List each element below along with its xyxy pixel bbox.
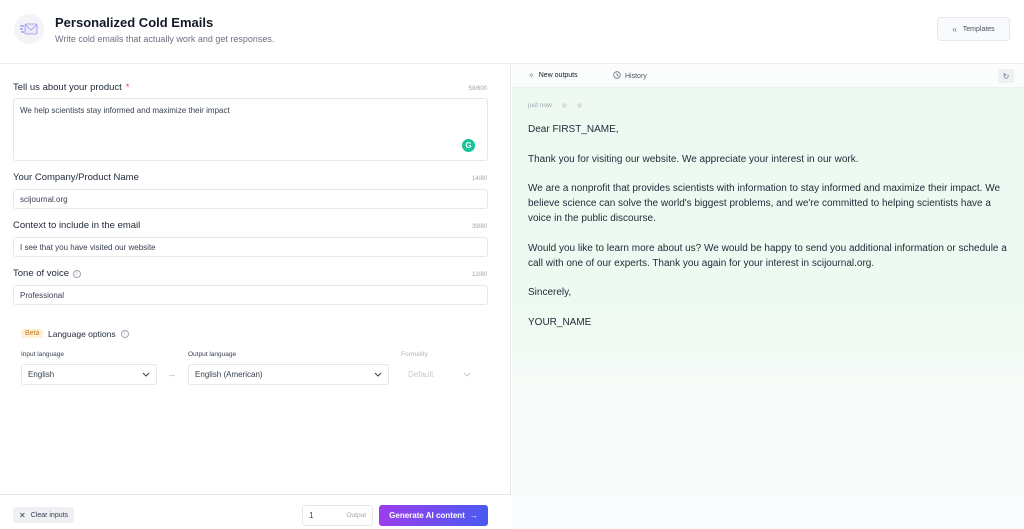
formality-label: Formality xyxy=(401,351,428,358)
tone-input[interactable]: Professional xyxy=(13,285,488,305)
generate-button[interactable]: Generate AI content → xyxy=(379,505,488,526)
chevron-down-icon xyxy=(463,370,471,379)
generate-label: Generate AI content xyxy=(389,511,465,520)
context-input[interactable]: I see that you have visited our website xyxy=(13,237,488,257)
email-paragraph: We are a nonprofit that provides scienti… xyxy=(528,183,1001,224)
favorite-icon[interactable] xyxy=(576,103,582,108)
generated-email: Dear FIRST_NAME, Thank you for visiting … xyxy=(528,122,1013,344)
output-tabs: ✧ New outputs History ↻ xyxy=(512,65,1024,88)
tab-new-outputs-label: New outputs xyxy=(538,72,578,79)
grammarly-icon[interactable]: G xyxy=(462,139,475,152)
context-label: Context to include in the email xyxy=(13,220,141,231)
chevron-down-icon xyxy=(374,370,382,379)
context-counter: 39/80 xyxy=(471,224,487,230)
clear-inputs-button[interactable]: ✕ Clear inputs xyxy=(13,507,75,523)
input-language-value: English xyxy=(28,370,55,379)
email-paragraph: YOUR_NAME xyxy=(528,316,592,328)
email-paragraph: Thank you for visiting our website. We a… xyxy=(528,153,859,165)
product-label: Tell us about your product * xyxy=(13,82,130,93)
page-title: Personalized Cold Emails xyxy=(55,15,214,30)
form-footer: ✕ Clear inputs 1 Output Generate AI cont… xyxy=(0,494,511,529)
formality-value: Default xyxy=(408,370,434,379)
language-options-label: Language options xyxy=(48,329,116,339)
tone-counter: 12/80 xyxy=(471,272,487,278)
page-header: Personalized Cold Emails Write cold emai… xyxy=(0,0,1024,64)
refresh-icon[interactable]: ↻ xyxy=(998,69,1014,83)
beta-badge: Beta xyxy=(21,329,44,338)
output-language-select[interactable]: English (American) xyxy=(188,364,389,385)
product-description-textarea[interactable]: We help scientists stay informed and max… xyxy=(13,98,488,161)
company-label: Your Company/Product Name xyxy=(13,172,139,183)
sparkle-icon: ✧ xyxy=(528,71,535,80)
email-paragraph: Would you like to learn more about us? W… xyxy=(528,242,1007,269)
chevron-down-icon xyxy=(142,370,150,379)
arrow-right-icon: → xyxy=(167,369,176,379)
output-count-unit: Output xyxy=(346,512,366,519)
tab-history-label: History xyxy=(625,72,647,80)
tab-history[interactable]: History xyxy=(613,71,647,81)
email-paragraph: Sincerely, xyxy=(528,287,572,298)
required-mark: * xyxy=(125,82,130,93)
tab-new-outputs[interactable]: ✧ New outputs xyxy=(528,71,578,80)
input-language-label: Input language xyxy=(21,351,65,358)
output-count-value: 1 xyxy=(309,511,314,520)
input-language-select[interactable]: English xyxy=(21,364,157,385)
templates-label: Templates xyxy=(962,25,995,33)
templates-button[interactable]: « Templates xyxy=(937,17,1010,41)
double-chevron-left-icon: « xyxy=(952,24,957,34)
company-name-input[interactable]: scijournal.org xyxy=(13,189,488,209)
language-options-title: Language options i xyxy=(48,329,129,339)
copy-icon[interactable] xyxy=(561,103,567,108)
email-paragraph: Dear FIRST_NAME, xyxy=(528,124,619,135)
input-form-panel: Tell us about your product * 58/600 We h… xyxy=(0,65,511,529)
tone-label: Tone of voice i xyxy=(13,268,81,279)
timestamp-text: just now xyxy=(528,102,552,109)
info-circle-icon[interactable]: i xyxy=(72,269,81,278)
output-language-value: English (American) xyxy=(195,370,263,379)
info-circle-icon[interactable]: i xyxy=(120,330,129,338)
clear-inputs-label: Clear inputs xyxy=(30,511,69,519)
output-timestamp: just now xyxy=(528,102,582,109)
page-subtitle: Write cold emails that actually work and… xyxy=(55,34,275,44)
email-envelope-icon xyxy=(14,14,44,44)
formality-select[interactable]: Default xyxy=(401,364,478,385)
output-panel: ✧ New outputs History ↻ just now Dear FI… xyxy=(512,65,1024,529)
arrow-right-icon: → xyxy=(469,511,478,520)
tone-label-text: Tone of voice xyxy=(13,268,69,279)
output-count-input[interactable]: 1 Output xyxy=(302,505,373,526)
product-label-text: Tell us about your product xyxy=(13,82,122,93)
output-language-label: Output language xyxy=(188,351,237,358)
x-icon: ✕ xyxy=(19,510,26,520)
company-counter: 14/80 xyxy=(471,176,487,182)
clock-icon xyxy=(613,71,621,81)
product-counter: 58/600 xyxy=(468,86,487,92)
